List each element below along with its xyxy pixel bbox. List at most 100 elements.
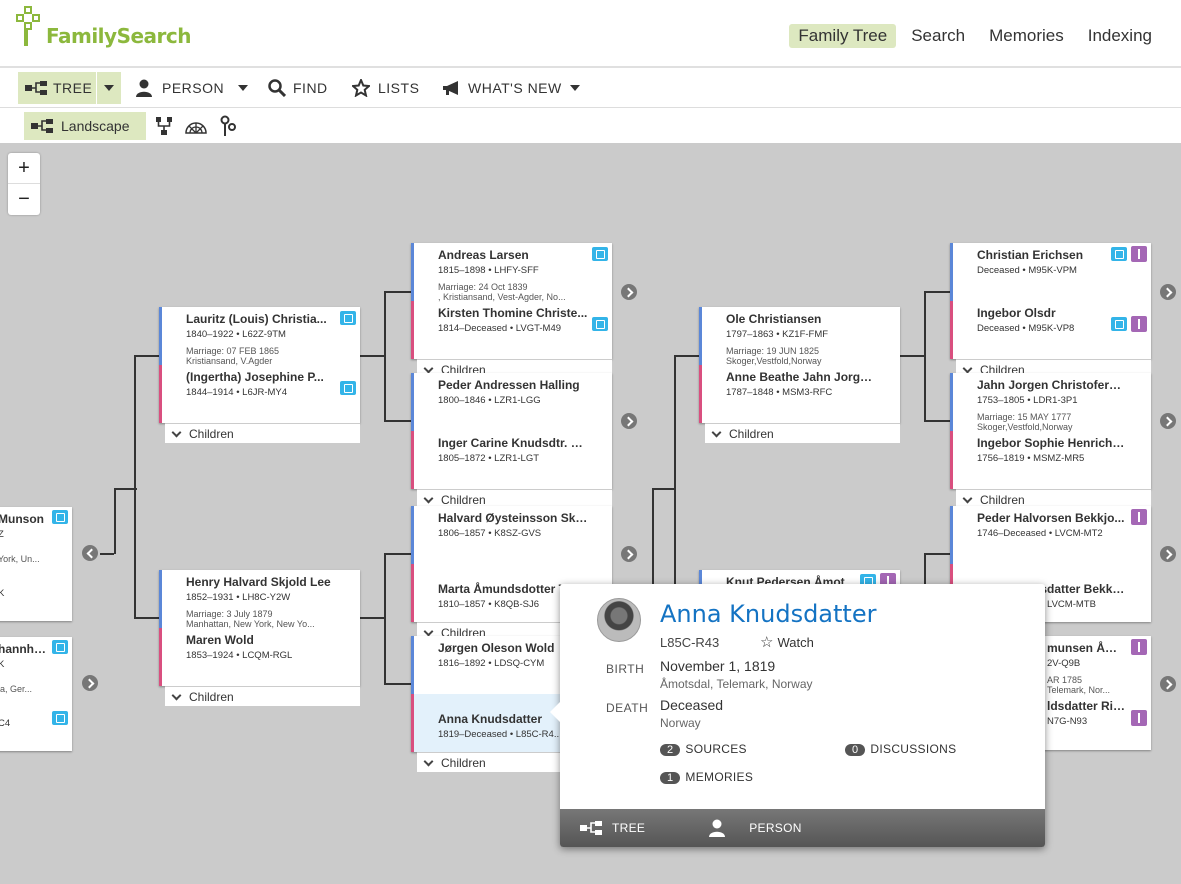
research-suggestion-icon[interactable] [1131,316,1147,332]
children-toggle[interactable]: Children [165,686,360,706]
expand-ancestors-icon[interactable] [621,546,637,562]
fan-chart-icon[interactable] [185,118,207,134]
couple-card[interactable]: Munson Z York, Un... K [0,507,72,621]
person-name: Maren Wold [186,633,254,647]
connector-line [134,355,159,357]
couple-card[interactable]: hannha... K ia, Ger... C4 [0,637,72,751]
research-suggestion-icon[interactable] [1131,509,1147,525]
zoom-in-button[interactable]: + [8,153,40,184]
wife-block[interactable]: Kirsten Thomine Christe... 1814–Deceased… [411,301,612,359]
person-name-link[interactable]: Anna Knudsdatter [660,600,876,628]
husband-block[interactable]: Peder Andressen Halling 1800–1846 • LZR1… [411,373,612,431]
nav-search[interactable]: Search [902,24,974,48]
children-toggle[interactable]: Children [705,423,900,443]
expand-descendants-icon[interactable] [82,545,98,561]
person-menu-button[interactable]: PERSON [136,72,249,104]
whats-new-menu-button[interactable]: WHAT'S NEW [442,72,580,104]
husband-block[interactable]: Lauritz (Louis) Christia... 1840–1922 • … [159,307,360,366]
lists-button[interactable]: LISTS [352,72,419,104]
connector-line [384,291,386,421]
nav-memories[interactable]: Memories [980,24,1073,48]
couple-card[interactable]: Henry Halvard Skjold Lee 1852–1931 • LH8… [159,570,360,706]
couple-card[interactable]: Lauritz (Louis) Christia... 1840–1922 • … [159,307,360,443]
nav-indexing[interactable]: Indexing [1079,24,1161,48]
popup-tree-button[interactable]: TREE [580,821,645,835]
husband-block[interactable]: Ole Christiansen 1797–1863 • KZ1F-FMF Ma… [699,307,900,366]
descendancy-view-icon[interactable] [220,115,236,137]
discussions-link[interactable]: 0 DISCUSSIONS [845,742,956,756]
person-detail: 1853–1924 • LCQM-RGL [186,650,293,661]
husband-block[interactable]: Peder Halvorsen Bekkjo... 1746–Deceased … [950,506,1151,564]
couple-card[interactable]: Andreas Larsen 1815–1898 • LHFY-SFF Marr… [411,243,612,379]
wife-block[interactable]: (Ingertha) Josephine P... 1844–1914 • L6… [159,365,360,423]
chevron-down-icon [423,756,434,767]
couple-card[interactable]: Peder Andressen Halling 1800–1846 • LZR1… [411,373,612,509]
research-suggestion-icon[interactable] [1131,639,1147,655]
person-detail: 1805–1872 • LZR1-LGT [438,453,540,464]
record-hint-icon[interactable] [340,311,356,325]
sources-link[interactable]: 2 SOURCES [660,742,747,756]
wife-block[interactable]: C4 [0,695,72,753]
connector-line [134,355,136,619]
record-hint-icon[interactable] [340,381,356,395]
zoom-out-button[interactable]: − [8,184,40,215]
tree-toolbar: TREE PERSON FIND LISTS WHAT'S NEW [0,70,1181,108]
wife-block[interactable]: K [0,565,72,623]
expand-ancestors-icon[interactable] [621,413,637,429]
children-toggle[interactable]: Children [165,423,360,443]
husband-block[interactable]: Henry Halvard Skjold Lee 1852–1931 • LH8… [159,570,360,629]
whats-new-label: WHAT'S NEW [468,80,562,96]
record-hint-icon[interactable] [52,711,68,725]
memories-link[interactable]: 1 MEMORIES [660,770,753,784]
expand-ancestors-icon[interactable] [1160,413,1176,429]
husband-block[interactable]: Christian Erichsen Deceased • M95K-VPM [950,243,1151,301]
person-icon [709,819,726,837]
connector-line [100,553,114,555]
tree-menu-button[interactable]: TREE [18,72,96,104]
expand-ancestors-icon[interactable] [1160,546,1176,562]
couple-card[interactable]: Christian Erichsen Deceased • M95K-VPM I… [950,243,1151,379]
person-summary-popup: Anna Knudsdatter L85C-R43 ☆ Watch BIRTH N… [550,584,1045,847]
husband-block[interactable]: Halvard Øysteinsson Skjold 1806–1857 • K… [411,506,612,564]
wife-block[interactable]: Ingebor Olsdr Deceased • M95K-VP8 [950,301,1151,359]
couple-card[interactable]: Jahn Jorgen Christofersen... 1753–1805 •… [950,373,1151,509]
couple-card[interactable]: Ole Christiansen 1797–1863 • KZ1F-FMF Ma… [699,307,900,443]
portrait-view-icon[interactable] [155,116,173,136]
wife-block[interactable]: Anne Beathe Jahn Jorgensdr 1787–1848 • M… [699,365,900,423]
expand-ancestors-icon[interactable] [82,675,98,691]
husband-block[interactable]: Munson Z York, Un... [0,507,72,565]
expand-ancestors-icon[interactable] [621,284,637,300]
wife-block[interactable]: Ingebor Sophie Henrichsda... 1756–1819 •… [950,431,1151,489]
record-hint-icon[interactable] [1111,247,1127,261]
record-hint-icon[interactable] [592,317,608,331]
popup-person-button[interactable]: PERSON [709,819,801,837]
record-hint-icon[interactable] [1111,317,1127,331]
record-hint-icon[interactable] [592,247,608,261]
discussions-label: DISCUSSIONS [870,742,957,756]
wife-block[interactable]: Inger Carine Knudsdtr. Kol... 1805–1872 … [411,431,612,489]
tree-dropdown-toggle[interactable] [97,72,121,104]
person-name: Jahn Jorgen Christofersen... [977,378,1127,392]
expand-ancestors-icon[interactable] [1160,676,1176,692]
birth-label: BIRTH [606,662,645,676]
expand-ancestors-icon[interactable] [1160,284,1176,300]
connector-line [924,291,926,421]
nav-family-tree[interactable]: Family Tree [789,24,897,48]
record-hint-icon[interactable] [52,640,68,654]
husband-block[interactable]: Jahn Jorgen Christofersen... 1753–1805 •… [950,373,1151,432]
record-hint-icon[interactable] [52,510,68,524]
wife-block[interactable]: Maren Wold 1853–1924 • LCQM-RGL [159,628,360,686]
husband-block[interactable]: Andreas Larsen 1815–1898 • LHFY-SFF Marr… [411,243,612,302]
memories-label: MEMORIES [685,770,754,784]
watch-button[interactable]: ☆ Watch [760,633,814,651]
research-suggestion-icon[interactable] [1131,246,1147,262]
chevron-down-icon [423,363,434,374]
husband-block[interactable]: hannha... K ia, Ger... [0,637,72,695]
find-button[interactable]: FIND [268,72,328,104]
connector-line [134,617,159,619]
death-date: Deceased [660,697,724,713]
research-suggestion-icon[interactable] [1131,710,1147,726]
popup-person-label: PERSON [749,821,802,835]
familysearch-logo[interactable]: FamilySearch [14,6,192,50]
landscape-view-button[interactable]: Landscape [24,112,146,140]
